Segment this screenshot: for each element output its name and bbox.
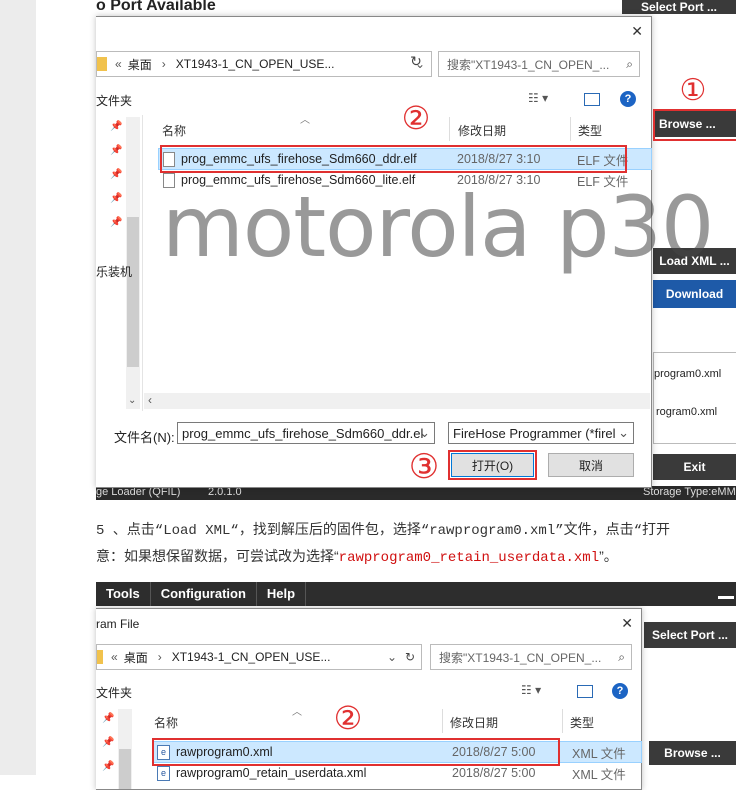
column-divider[interactable] [562,709,563,733]
search-icon: ⌕ [618,649,625,664]
status-storage-type: Storage Type:eMM [643,486,736,498]
dialog-title: ram File [96,617,140,631]
pin-icon[interactable]: 📌 [102,737,114,748]
menu-help[interactable]: Help [257,582,307,606]
column-divider[interactable] [442,709,443,733]
highlight-file-box [152,738,560,766]
select-port-button[interactable]: Select Port ... [622,0,736,14]
code-filename: rawprogram0_retain_userdata.xml [338,550,600,566]
column-header-name[interactable]: 名称 [154,714,178,731]
breadcrumb-folder[interactable]: XT1943-1_CN_OPEN_USE... [176,57,335,71]
horizontal-scrollbar[interactable]: ‹ [144,393,650,409]
select-port-button[interactable]: Select Port ... [644,622,736,648]
search-input[interactable]: 搜索"XT1943-1_CN_OPEN_... ⌕ [438,51,640,77]
column-divider[interactable] [449,117,450,141]
close-icon[interactable]: ✕ [621,615,633,632]
close-icon[interactable]: ✕ [631,23,643,40]
nav-scroll-thumb[interactable] [127,217,139,367]
file-row[interactable]: e rawprogram0_retain_userdata.xml 2018/8… [153,763,639,783]
breadcrumb-root[interactable]: 桌面 [124,649,148,666]
step-two-marker: ② [398,100,434,136]
nav-scroll-thumb[interactable] [119,749,131,789]
scroll-left-icon[interactable]: ‹ [148,393,152,407]
page-margin [0,0,36,775]
preview-pane-icon[interactable] [577,685,593,698]
menu-tools[interactable]: Tools [96,582,151,606]
chevron-right-icon: › [157,650,162,664]
file-type-select[interactable]: FireHose Programmer (*firel ⌄ [448,422,634,444]
column-header-type[interactable]: 类型 [570,714,594,731]
file-name: rawprogram0_retain_userdata.xml [176,766,367,780]
pin-icon[interactable]: 📌 [110,145,122,156]
view-options-icon[interactable]: ☷ ▾ [528,91,548,105]
cancel-button[interactable]: 取消 [548,453,634,477]
folder-icon [97,57,107,71]
breadcrumb-overflow[interactable]: « [111,650,118,664]
new-folder-label[interactable]: 文件夹 [96,684,132,701]
page-title: o Port Available [96,0,216,14]
pin-icon[interactable]: 📌 [110,193,122,204]
filename-input[interactable]: prog_emmc_ufs_firehose_Sdm660_ddr.el ⌄ [177,422,435,444]
view-options-icon[interactable]: ☷ ▾ [521,683,541,697]
pin-icon[interactable]: 📌 [102,713,114,724]
address-bar[interactable]: « 桌面 › XT1943-1_CN_OPEN_USE... ⌄ ↻ [96,644,422,670]
highlight-file-box [160,145,627,173]
rawprogram-entry: program0.xml [654,368,722,380]
rawprogram-list: program0.xml rogram0.xml [653,352,736,444]
step-two-marker: ② [330,700,366,736]
menu-bar: Tools Configuration Help [96,582,736,606]
instruction-line-2: 意：如果想保留数据，可尝试改为选择“rawprogram0_retain_use… [96,548,618,566]
highlight-browse-box [653,109,736,141]
refresh-icon[interactable]: ↻ [404,53,428,73]
file-type: XML 文件 [572,767,626,782]
help-icon[interactable]: ? [612,683,628,699]
minimize-icon[interactable] [718,596,734,599]
sort-arrow-icon: ︿ [292,707,302,718]
browse-button[interactable]: Browse ... [649,741,736,765]
chevron-down-icon[interactable]: ⌄ [618,425,629,441]
help-icon[interactable]: ? [620,91,636,107]
sort-arrow-icon: ︿ [300,115,310,126]
preview-pane-icon[interactable] [584,93,600,106]
refresh-icon[interactable]: ↻ [405,650,415,664]
address-bar[interactable]: « 桌面 › XT1943-1_CN_OPEN_USE... ⌄ [96,51,432,77]
folder-icon [97,650,103,664]
exit-button[interactable]: Exit [653,454,736,480]
column-header-date[interactable]: 修改日期 [458,122,506,139]
column-divider[interactable] [570,117,571,141]
new-folder-label[interactable]: 文件夹 [96,92,132,109]
highlight-open-box [448,450,537,480]
search-input[interactable]: 搜索"XT1943-1_CN_OPEN_... ⌕ [430,644,632,670]
column-header-name[interactable]: 名称 [162,122,186,139]
breadcrumb-root[interactable]: 桌面 [128,56,152,73]
pin-icon[interactable]: 📌 [102,761,114,772]
column-header-type[interactable]: 类型 [578,122,602,139]
menu-configuration[interactable]: Configuration [151,582,257,606]
scroll-down-icon[interactable]: ⌄ [128,395,136,406]
pin-icon[interactable]: 📌 [110,169,122,180]
download-button[interactable]: Download [653,280,736,308]
chevron-down-icon[interactable]: ⌄ [419,425,430,441]
file-type: XML 文件 [572,746,626,761]
status-bar: ge Loader (QFIL) 2.0.1.0 Storage Type:eM… [96,486,736,500]
chevron-right-icon: › [161,57,166,71]
chevron-down-icon[interactable]: ⌄ [387,650,397,664]
file-date: 2018/8/27 5:00 [452,766,536,780]
step-three-marker: ③ [405,448,443,486]
filename-label: 文件名(N): [114,430,175,445]
breadcrumb-folder[interactable]: XT1943-1_CN_OPEN_USE... [172,650,331,664]
watermark: motorola p30 [162,178,714,276]
breadcrumb-overflow[interactable]: « [115,57,122,71]
patch-entry: rogram0.xml [656,406,718,418]
step-one-marker: ① [676,73,710,107]
search-icon: ⌕ [626,56,633,71]
column-header-date[interactable]: 修改日期 [450,714,498,731]
pin-icon[interactable]: 📌 [110,121,122,132]
instruction-line-1: 5 、点击“Load XML“，找到解压后的固件包，选择“rawprogram0… [96,523,671,539]
pin-icon[interactable]: 📌 [110,217,122,228]
nav-item-label[interactable]: 乐装机 [96,263,132,280]
xml-file-icon: e [157,765,170,781]
nav-scrollbar[interactable] [118,709,132,789]
